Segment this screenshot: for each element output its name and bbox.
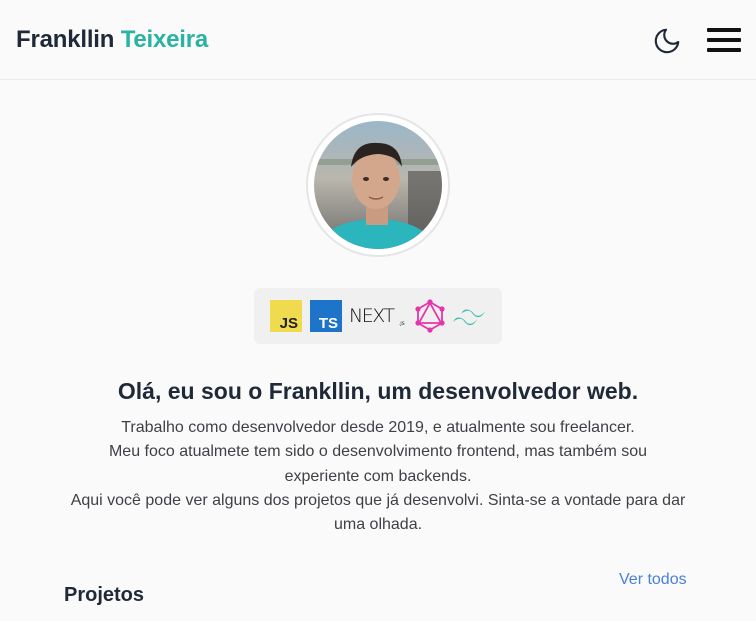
bio-line: Aqui você pode ver alguns dos projetos q… [70,491,686,534]
hero-bio: Trabalho como desenvolvedor desde 2019, … [60,416,696,537]
menu-line-top [707,28,741,32]
nextjs-icon: NEXT .JS [348,302,410,335]
svg-text:TS: TS [319,315,338,332]
menu-line-bottom [707,48,741,52]
svg-text:JS: JS [280,315,298,332]
graphql-icon [414,299,446,338]
site-brand[interactable]: Frankllin Teixeira [16,26,208,54]
brand-first-name: Frankllin [16,26,115,53]
menu-line-middle [707,38,741,42]
tailwind-icon [452,306,486,333]
avatar-frame [306,113,450,257]
projects-title: Projetos [64,584,145,606]
see-all-projects-link[interactable]: Ver todos [619,571,687,589]
typescript-icon: TS [310,300,342,337]
brand-last-name: Teixeira [120,26,209,53]
site-header: Frankllin Teixeira [0,0,756,80]
hero-headline: Olá, eu sou o Frankllin, um desenvolvedo… [117,378,639,404]
avatar [314,121,442,249]
svg-text:NEXT: NEXT [349,305,395,327]
moon-icon[interactable] [652,26,682,56]
hamburger-menu-icon[interactable] [707,26,741,54]
tech-stack-bar: JS TS NEXT .JS [254,288,502,344]
bio-line: Meu foco atualmete tem sido o desenvolvi… [108,443,648,485]
javascript-icon: JS [270,300,302,337]
svg-text:.JS: .JS [399,321,405,327]
bio-line: Trabalho como desenvolvedor desde 2019, … [121,419,635,436]
